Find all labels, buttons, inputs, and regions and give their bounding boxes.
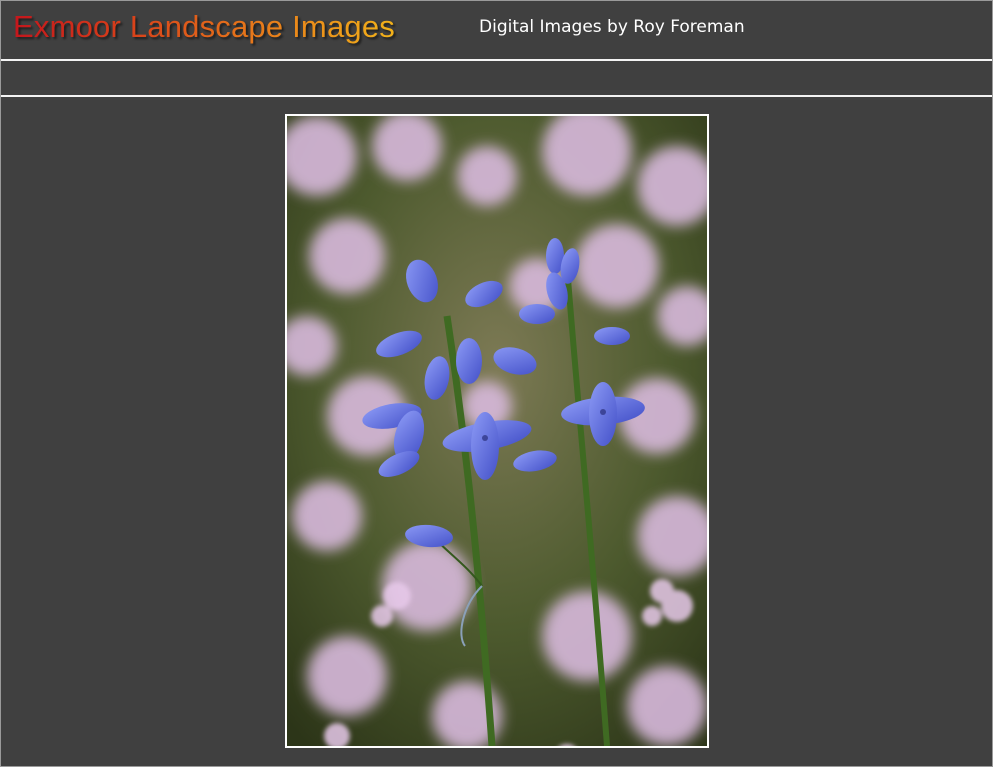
- site-title[interactable]: Exmoor Landscape Images: [13, 9, 395, 45]
- bluebell-photo[interactable]: [285, 114, 709, 748]
- site-header: Exmoor Landscape Images Digital Images b…: [1, 1, 992, 59]
- bluebell-photo-image: [287, 116, 707, 746]
- site-subtitle: Digital Images by Roy Foreman: [479, 17, 745, 37]
- nav-bar: [1, 61, 992, 95]
- page: Exmoor Landscape Images Digital Images b…: [0, 0, 993, 767]
- nav-divider: [1, 95, 992, 97]
